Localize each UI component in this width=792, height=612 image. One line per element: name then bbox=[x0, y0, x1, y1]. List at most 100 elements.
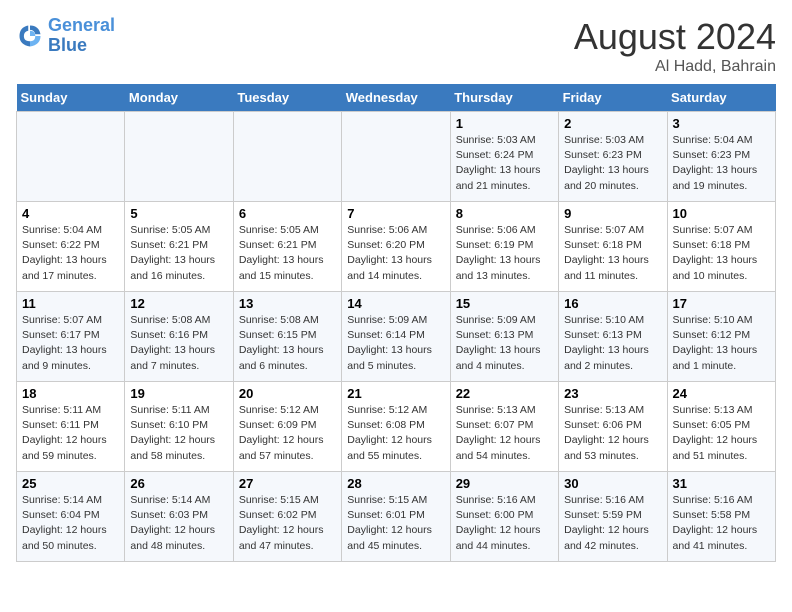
day-cell-11: 11Sunrise: 5:07 AM Sunset: 6:17 PM Dayli… bbox=[17, 292, 125, 382]
day-cell-27: 27 Sunrise: 5:15 AM Sunset: 6:02 PM Dayli… bbox=[233, 472, 341, 562]
week-row-1: 1 Sunrise: 5:03 AM Sunset: 6:24 PM Daylig… bbox=[17, 112, 776, 202]
day-cell-24: 24 Sunrise: 5:13 AM Sunset: 6:05 PM Dayli… bbox=[667, 382, 775, 472]
day-cell-19: 19Sunrise: 5:11 AM Sunset: 6:10 PM Dayli… bbox=[125, 382, 233, 472]
day-info: Sunrise: 5:05 AM Sunset: 6:21 PM Dayligh… bbox=[239, 223, 336, 284]
day-cell-4: 4 Sunrise: 5:04 AM Sunset: 6:22 PM Daylig… bbox=[17, 202, 125, 292]
day-info: Sunrise: 5:06 AM Sunset: 6:20 PM Dayligh… bbox=[347, 223, 444, 284]
main-title: August 2024 bbox=[574, 16, 776, 58]
day-cell-15: 15Sunrise: 5:09 AM Sunset: 6:13 PM Dayli… bbox=[450, 292, 558, 382]
day-number: 9 bbox=[564, 206, 661, 221]
weekday-header-thursday: Thursday bbox=[450, 84, 558, 112]
day-cell-31: 31 Sunrise: 5:16 AM Sunset: 5:58 PM Dayli… bbox=[667, 472, 775, 562]
page-header: General Blue August 2024 Al Hadd, Bahrai… bbox=[16, 16, 776, 76]
day-cell-14: 14Sunrise: 5:09 AM Sunset: 6:14 PM Dayli… bbox=[342, 292, 450, 382]
day-number: 3 bbox=[673, 116, 770, 131]
day-number: 13 bbox=[239, 296, 336, 311]
day-info: Sunrise: 5:11 AM Sunset: 6:11 PM Dayligh… bbox=[22, 403, 119, 464]
day-cell-5: 5Sunrise: 5:05 AM Sunset: 6:21 PM Daylig… bbox=[125, 202, 233, 292]
day-cell-28: 28 Sunrise: 5:15 AM Sunset: 6:01 PM Dayli… bbox=[342, 472, 450, 562]
day-info: Sunrise: 5:04 AM Sunset: 6:22 PM Dayligh… bbox=[22, 223, 119, 284]
day-info: Sunrise: 5:12 AM Sunset: 6:08 PM Dayligh… bbox=[347, 403, 444, 464]
day-cell-30: 30Sunrise: 5:16 AM Sunset: 5:59 PM Dayli… bbox=[559, 472, 667, 562]
day-number: 8 bbox=[456, 206, 553, 221]
day-info: Sunrise: 5:03 AM Sunset: 6:24 PM Dayligh… bbox=[456, 133, 553, 194]
day-number: 6 bbox=[239, 206, 336, 221]
week-row-5: 25 Sunrise: 5:14 AM Sunset: 6:04 PM Dayli… bbox=[17, 472, 776, 562]
day-number: 25 bbox=[22, 476, 119, 491]
location-subtitle: Al Hadd, Bahrain bbox=[574, 58, 776, 76]
day-info: Sunrise: 5:16 AM Sunset: 5:59 PM Dayligh… bbox=[564, 493, 661, 554]
day-number: 28 bbox=[347, 476, 444, 491]
day-number: 21 bbox=[347, 386, 444, 401]
day-info: Sunrise: 5:15 AM Sunset: 6:02 PM Dayligh… bbox=[239, 493, 336, 554]
day-number: 27 bbox=[239, 476, 336, 491]
day-info: Sunrise: 5:07 AM Sunset: 6:18 PM Dayligh… bbox=[564, 223, 661, 284]
day-number: 15 bbox=[456, 296, 553, 311]
day-cell-6: 6 Sunrise: 5:05 AM Sunset: 6:21 PM Daylig… bbox=[233, 202, 341, 292]
day-number: 10 bbox=[673, 206, 770, 221]
weekday-header-tuesday: Tuesday bbox=[233, 84, 341, 112]
day-number: 31 bbox=[673, 476, 770, 491]
day-number: 16 bbox=[564, 296, 661, 311]
logo-icon bbox=[16, 22, 44, 50]
day-cell-21: 21 Sunrise: 5:12 AM Sunset: 6:08 PM Dayli… bbox=[342, 382, 450, 472]
weekday-header-row: SundayMondayTuesdayWednesdayThursdayFrid… bbox=[17, 84, 776, 112]
weekday-header-friday: Friday bbox=[559, 84, 667, 112]
day-number: 12 bbox=[130, 296, 227, 311]
day-info: Sunrise: 5:10 AM Sunset: 6:13 PM Dayligh… bbox=[564, 313, 661, 374]
day-info: Sunrise: 5:03 AM Sunset: 6:23 PM Dayligh… bbox=[564, 133, 661, 194]
day-number: 20 bbox=[239, 386, 336, 401]
day-info: Sunrise: 5:04 AM Sunset: 6:23 PM Dayligh… bbox=[673, 133, 770, 194]
empty-cell bbox=[125, 112, 233, 202]
day-info: Sunrise: 5:06 AM Sunset: 6:19 PM Dayligh… bbox=[456, 223, 553, 284]
day-cell-1: 1 Sunrise: 5:03 AM Sunset: 6:24 PM Daylig… bbox=[450, 112, 558, 202]
day-number: 26 bbox=[130, 476, 227, 491]
weekday-header-monday: Monday bbox=[125, 84, 233, 112]
day-info: Sunrise: 5:13 AM Sunset: 6:05 PM Dayligh… bbox=[673, 403, 770, 464]
day-info: Sunrise: 5:16 AM Sunset: 6:00 PM Dayligh… bbox=[456, 493, 553, 554]
day-cell-25: 25 Sunrise: 5:14 AM Sunset: 6:04 PM Dayli… bbox=[17, 472, 125, 562]
day-info: Sunrise: 5:08 AM Sunset: 6:15 PM Dayligh… bbox=[239, 313, 336, 374]
logo-blue: Blue bbox=[48, 35, 87, 55]
day-cell-3: 3 Sunrise: 5:04 AM Sunset: 6:23 PM Daylig… bbox=[667, 112, 775, 202]
empty-cell bbox=[17, 112, 125, 202]
day-cell-2: 2 Sunrise: 5:03 AM Sunset: 6:23 PM Daylig… bbox=[559, 112, 667, 202]
day-number: 19 bbox=[130, 386, 227, 401]
day-number: 24 bbox=[673, 386, 770, 401]
day-number: 14 bbox=[347, 296, 444, 311]
calendar-table: SundayMondayTuesdayWednesdayThursdayFrid… bbox=[16, 84, 776, 562]
day-info: Sunrise: 5:15 AM Sunset: 6:01 PM Dayligh… bbox=[347, 493, 444, 554]
day-info: Sunrise: 5:10 AM Sunset: 6:12 PM Dayligh… bbox=[673, 313, 770, 374]
day-info: Sunrise: 5:07 AM Sunset: 6:18 PM Dayligh… bbox=[673, 223, 770, 284]
title-block: August 2024 Al Hadd, Bahrain bbox=[574, 16, 776, 76]
day-info: Sunrise: 5:14 AM Sunset: 6:04 PM Dayligh… bbox=[22, 493, 119, 554]
day-cell-9: 9 Sunrise: 5:07 AM Sunset: 6:18 PM Daylig… bbox=[559, 202, 667, 292]
day-number: 23 bbox=[564, 386, 661, 401]
logo-general: General bbox=[48, 15, 115, 35]
day-number: 5 bbox=[130, 206, 227, 221]
day-number: 18 bbox=[22, 386, 119, 401]
day-cell-18: 18 Sunrise: 5:11 AM Sunset: 6:11 PM Dayli… bbox=[17, 382, 125, 472]
day-cell-16: 16 Sunrise: 5:10 AM Sunset: 6:13 PM Dayli… bbox=[559, 292, 667, 382]
weekday-header-sunday: Sunday bbox=[17, 84, 125, 112]
week-row-2: 4 Sunrise: 5:04 AM Sunset: 6:22 PM Daylig… bbox=[17, 202, 776, 292]
day-number: 7 bbox=[347, 206, 444, 221]
day-cell-17: 17 Sunrise: 5:10 AM Sunset: 6:12 PM Dayli… bbox=[667, 292, 775, 382]
day-number: 1 bbox=[456, 116, 553, 131]
day-number: 22 bbox=[456, 386, 553, 401]
week-row-4: 18 Sunrise: 5:11 AM Sunset: 6:11 PM Dayli… bbox=[17, 382, 776, 472]
empty-cell bbox=[233, 112, 341, 202]
day-number: 4 bbox=[22, 206, 119, 221]
week-row-3: 11Sunrise: 5:07 AM Sunset: 6:17 PM Dayli… bbox=[17, 292, 776, 382]
day-number: 29 bbox=[456, 476, 553, 491]
day-cell-13: 13 Sunrise: 5:08 AM Sunset: 6:15 PM Dayli… bbox=[233, 292, 341, 382]
day-cell-29: 29 Sunrise: 5:16 AM Sunset: 6:00 PM Dayli… bbox=[450, 472, 558, 562]
day-cell-10: 10 Sunrise: 5:07 AM Sunset: 6:18 PM Dayli… bbox=[667, 202, 775, 292]
logo: General Blue bbox=[16, 16, 115, 56]
day-info: Sunrise: 5:16 AM Sunset: 5:58 PM Dayligh… bbox=[673, 493, 770, 554]
day-cell-12: 12 Sunrise: 5:08 AM Sunset: 6:16 PM Dayli… bbox=[125, 292, 233, 382]
day-number: 11 bbox=[22, 296, 119, 311]
day-number: 17 bbox=[673, 296, 770, 311]
day-info: Sunrise: 5:08 AM Sunset: 6:16 PM Dayligh… bbox=[130, 313, 227, 374]
day-number: 2 bbox=[564, 116, 661, 131]
